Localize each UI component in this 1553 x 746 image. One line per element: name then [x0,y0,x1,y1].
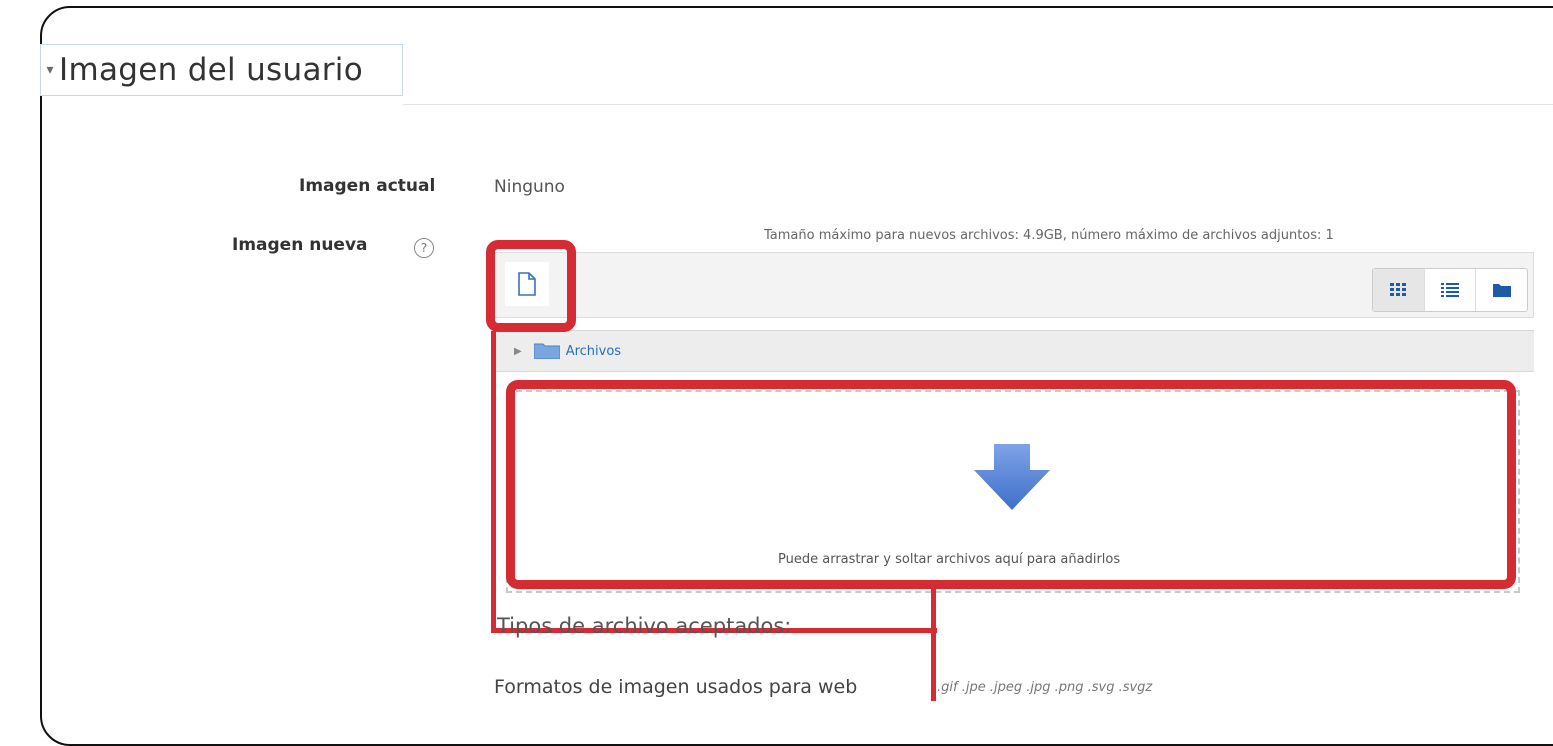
section-divider [403,104,1553,105]
help-icon[interactable]: ? [414,238,434,258]
formats-list: .gif .jpe .jpeg .jpg .png .svg .svgz [937,680,1153,695]
upload-limits-text: Tamaño máximo para nuevos archivos: 4.9G… [764,228,1334,243]
folder-icon [533,343,560,359]
view-icons-button[interactable] [1373,269,1425,311]
path-bar: ▶ Archivos [494,330,1534,372]
collapse-caret-icon[interactable]: ▾ [41,50,59,90]
formats-label: Formatos de imagen usados para web [494,676,858,698]
grid-icon [1390,283,1407,296]
highlight-drop-zone [506,380,1516,589]
new-image-label: Imagen nueva [232,235,368,255]
screenshot-frame [40,6,1553,746]
path-link-archivos[interactable]: Archivos [566,344,621,359]
current-image-value: Ninguno [494,177,565,197]
section-header[interactable]: ▾ Imagen del usuario [40,44,403,96]
view-mode-group [1372,268,1528,312]
accepted-types-title: Tipos de archivo aceptados: [497,614,792,638]
list-icon [1441,283,1459,297]
view-list-button[interactable] [1425,269,1477,311]
current-image-label: Imagen actual [299,176,436,196]
folder-icon [1492,284,1511,297]
connector-left [491,331,496,633]
view-tree-button[interactable] [1476,269,1527,311]
expand-caret-icon[interactable]: ▶ [514,346,522,357]
highlight-add-file [486,240,576,332]
section-title: Imagen del usuario [59,52,363,88]
connector-vertical [931,589,936,701]
